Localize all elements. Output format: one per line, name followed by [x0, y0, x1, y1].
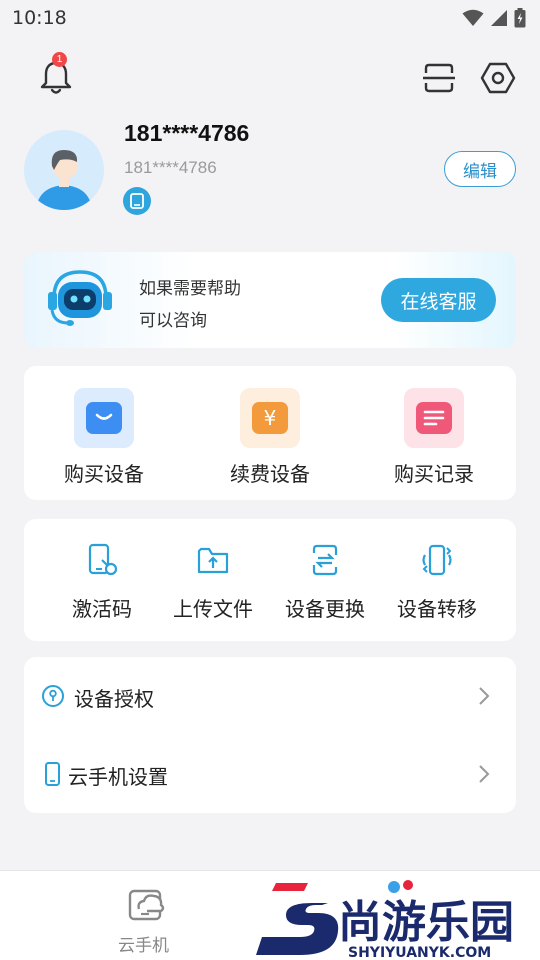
tool-label: 设备更换 — [285, 597, 365, 621]
tile-label: 购买设备 — [64, 462, 144, 486]
chevron-right-icon — [479, 687, 490, 705]
wifi-icon — [462, 9, 484, 26]
tools-card: 激活码 上传文件 设备更换 设备转移 — [24, 519, 516, 641]
cloud-phone-icon[interactable] — [127, 883, 167, 923]
list-item-device-authorization[interactable]: 设备授权 — [24, 657, 516, 735]
list-label: 云手机设置 — [68, 765, 168, 789]
battery-icon — [514, 8, 526, 28]
cloud-phone-settings-icon — [45, 762, 60, 786]
tablet-icon — [130, 193, 144, 209]
help-text-line2: 可以咨询 — [139, 311, 207, 331]
avatar[interactable] — [24, 130, 104, 210]
notification-badge: 1 — [52, 52, 67, 67]
chevron-right-icon — [479, 765, 490, 783]
tile-label: 购买记录 — [394, 462, 474, 486]
tool-device-swap[interactable]: 设备更换 — [270, 543, 380, 622]
tile-renew-device[interactable]: ¥ 续费设备 — [195, 388, 345, 487]
device-transfer-icon — [422, 544, 452, 576]
online-support-button[interactable]: 在线客服 — [381, 278, 496, 322]
settings-list-card: 设备授权 云手机设置 — [24, 657, 516, 813]
settings-gear-icon[interactable] — [480, 60, 516, 96]
activation-code-icon — [88, 543, 118, 576]
yuan-renew-icon: ¥ — [252, 402, 288, 434]
tile-label: 续费设备 — [230, 462, 310, 486]
tool-label: 上传文件 — [173, 597, 253, 621]
help-text-line1: 如果需要帮助 — [139, 279, 241, 299]
top-bar: 1 — [0, 50, 540, 104]
tile-buy-device[interactable]: 购买设备 — [29, 388, 179, 487]
tool-label: 设备转移 — [397, 597, 477, 621]
user-phone: 181****4786 — [124, 158, 217, 177]
robot-support-icon — [48, 270, 112, 326]
authorization-icon — [42, 685, 64, 707]
list-item-cloud-phone-settings[interactable]: 云手机设置 — [24, 735, 516, 813]
watermark-domain: SHYIYUANYK.COM — [348, 945, 491, 960]
scan-icon[interactable] — [422, 62, 456, 94]
tool-label: 激活码 — [72, 597, 132, 621]
tile-icon-bg — [404, 388, 464, 448]
tile-icon-bg: ¥ — [240, 388, 300, 448]
upload-folder-icon — [197, 547, 229, 574]
help-banner: 如果需要帮助 可以咨询 在线客服 — [24, 252, 516, 348]
tool-activation-code[interactable]: 激活码 — [47, 543, 157, 622]
cellular-signal-icon — [491, 10, 507, 26]
bottom-nav: 云手机 尚游乐园 SHYIYUANYK.COM — [0, 870, 540, 960]
tile-purchase-records[interactable]: 购买记录 — [359, 388, 509, 487]
edit-profile-button[interactable]: 编辑 — [444, 151, 516, 187]
purchase-card: 购买设备 ¥ 续费设备 购买记录 — [24, 366, 516, 500]
device-swap-icon — [312, 544, 338, 576]
status-time: 10:18 — [12, 7, 67, 29]
yuan-glyph: ¥ — [264, 406, 277, 430]
user-name: 181****4786 — [124, 120, 250, 146]
nav-label-cloud-phone[interactable]: 云手机 — [118, 931, 169, 956]
avatar-person-icon — [24, 130, 104, 210]
status-bar: 10:18 — [0, 0, 540, 36]
tool-device-transfer[interactable]: 设备转移 — [382, 543, 492, 622]
watermark-brand: 尚游乐园 — [338, 897, 514, 948]
tool-upload-file[interactable]: 上传文件 — [158, 543, 268, 622]
record-list-icon — [416, 402, 452, 434]
device-cart-icon — [86, 402, 122, 434]
profile-section: 181****4786 181****4786 编辑 — [0, 120, 540, 230]
watermark-logo: 尚游乐园 SHYIYUANYK.COM — [256, 880, 514, 960]
list-label: 设备授权 — [74, 687, 154, 711]
tile-icon-bg — [74, 388, 134, 448]
status-icons — [462, 8, 526, 28]
device-badge — [123, 187, 151, 215]
